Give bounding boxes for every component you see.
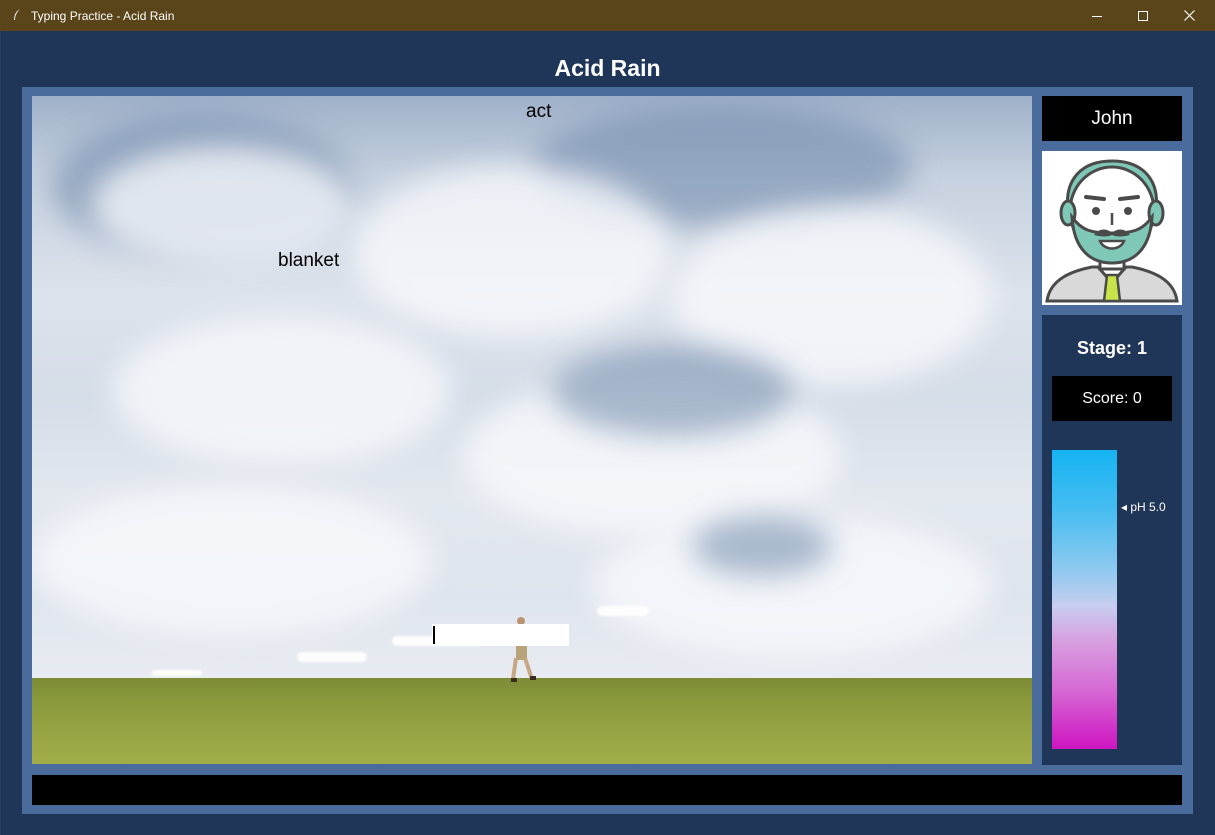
ph-meter-bar <box>1052 450 1117 749</box>
grass-field <box>32 678 1032 764</box>
stage-label: Stage: 1 <box>1076 338 1148 358</box>
status-bar <box>32 775 1182 805</box>
sky-cloud <box>552 346 792 436</box>
score-display: Score: 0 <box>1052 376 1172 421</box>
falling-word: blanket <box>278 250 340 271</box>
horizon-cloud <box>297 652 367 662</box>
sky-cloud <box>92 146 352 266</box>
sky-cloud <box>692 516 832 576</box>
close-button[interactable] <box>1166 0 1212 31</box>
player-name: John <box>1042 96 1182 141</box>
maximize-button[interactable] <box>1120 0 1166 31</box>
window-title: Typing Practice - Acid Rain <box>31 9 175 23</box>
horizon-cloud <box>597 606 649 616</box>
text-caret <box>433 626 435 644</box>
feather-icon <box>14 9 20 20</box>
sky-cloud <box>352 166 672 336</box>
horizon-cloud <box>152 670 202 676</box>
window-title-bar: Typing Practice - Acid Rain <box>0 0 1215 31</box>
minimize-icon <box>1092 15 1102 17</box>
maximize-icon <box>1138 10 1148 21</box>
sky-cloud <box>32 486 432 636</box>
typing-input[interactable] <box>432 624 569 646</box>
ph-marker-label: ◂ pH 5.0 <box>1121 500 1166 514</box>
avatar <box>1042 151 1182 305</box>
bearded-man-avatar-icon <box>1045 159 1179 303</box>
sky-cloud <box>112 316 452 466</box>
game-canvas: act blanket <box>32 96 1032 764</box>
close-icon <box>1183 10 1195 21</box>
falling-word: act <box>526 101 552 122</box>
page-title: Acid Rain <box>554 55 661 81</box>
minimize-button[interactable] <box>1074 0 1120 31</box>
window-border <box>0 31 1 835</box>
